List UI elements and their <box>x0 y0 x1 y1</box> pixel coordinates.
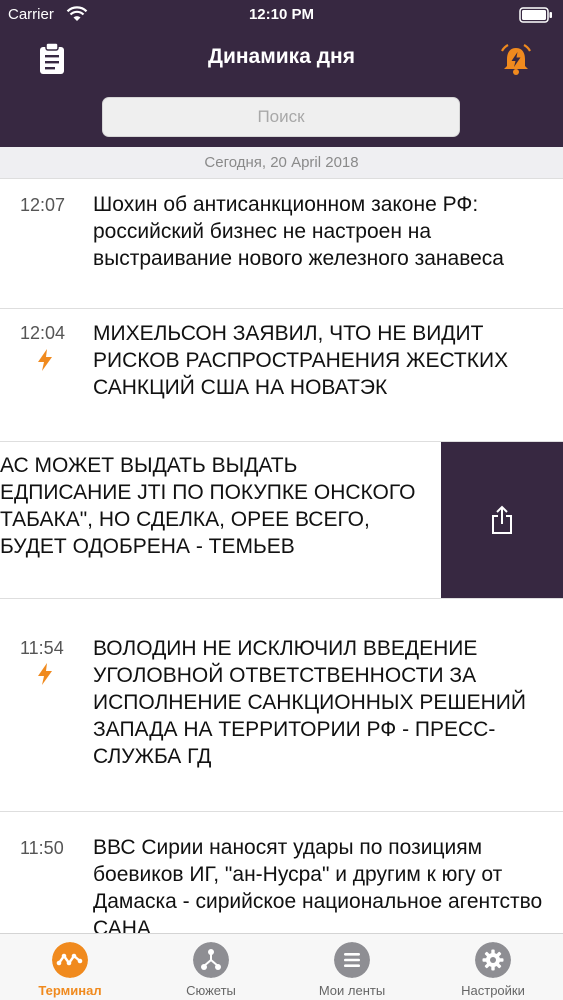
tab-label: Мои ленты <box>318 983 386 998</box>
tab-label: Сюжеты <box>186 983 236 998</box>
news-item[interactable]: 11:50 ВВС Сирии наносят удары по позиция… <box>0 812 563 933</box>
news-time: 11:50 <box>20 838 64 858</box>
news-time: 11:54 <box>20 638 64 658</box>
battery-icon <box>519 7 552 23</box>
gear-icon <box>475 942 511 978</box>
clipboard-icon[interactable] <box>36 42 68 76</box>
news-item-swiped[interactable]: АС МОЖЕТ ВЫДАТЬ ВЫДАТЬ ЕДПИСАНИЕ JTI ПО … <box>0 442 563 599</box>
news-headline: Шохин об антисанкционном законе РФ: росс… <box>93 193 504 270</box>
share-icon <box>492 505 512 534</box>
date-header: Сегодня, 20 April 2018 <box>0 147 563 179</box>
news-headline: МИХЕЛЬСОН ЗАЯВИЛ, ЧТО НЕ ВИДИТ РИСКОВ РА… <box>93 322 509 399</box>
news-item[interactable]: 12:07 Шохин об антисанкционном законе РФ… <box>0 179 563 309</box>
news-time: 12:04 <box>20 323 66 343</box>
tab-bar: Терминал Сюжеты Мои ленты Настройки <box>0 933 563 1000</box>
news-item[interactable]: 11:54 ВОЛОДИН НЕ ИСКЛЮЧИЛ ВВЕДЕНИЕ УГОЛО… <box>0 599 563 812</box>
news-item[interactable]: 12:04 МИХЕЛЬСОН ЗАЯВИЛ, ЧТО НЕ ВИДИТ РИС… <box>0 309 563 442</box>
alarm-bolt-icon[interactable] <box>499 42 533 76</box>
terminal-icon <box>52 942 88 978</box>
search-input[interactable] <box>102 97 460 137</box>
status-time: 12:10 PM <box>248 6 315 23</box>
feeds-list-icon <box>334 942 370 978</box>
tab-label: Терминал <box>38 983 102 998</box>
tab-my-feeds[interactable]: Мои ленты <box>282 934 422 1000</box>
news-headline: ВВС Сирии наносят удары по позициям боев… <box>93 836 543 933</box>
tab-settings[interactable]: Настройки <box>423 934 563 1000</box>
tab-label: Настройки <box>461 983 525 998</box>
stories-icon <box>193 942 229 978</box>
news-headline: ВОЛОДИН НЕ ИСКЛЮЧИЛ ВВЕДЕНИЕ УГОЛОВНОЙ О… <box>93 637 526 768</box>
urgent-bolt-icon <box>38 663 52 685</box>
header: Carrier 12:10 PM Динамика дня <box>0 0 563 147</box>
news-feed[interactable]: 12:07 Шохин об антисанкционном законе РФ… <box>0 179 563 933</box>
news-time: 12:07 <box>20 195 66 215</box>
news-headline: АС МОЖЕТ ВЫДАТЬ ВЫДАТЬ ЕДПИСАНИЕ JTI ПО … <box>0 454 416 558</box>
status-bar: Carrier 12:10 PM <box>0 0 563 30</box>
tab-terminal[interactable]: Терминал <box>0 934 140 1000</box>
share-action-button[interactable] <box>441 442 563 598</box>
tab-stories[interactable]: Сюжеты <box>141 934 281 1000</box>
page-title: Динамика дня <box>208 45 355 68</box>
urgent-bolt-icon <box>38 349 52 371</box>
navigation-bar: Динамика дня <box>0 30 563 86</box>
